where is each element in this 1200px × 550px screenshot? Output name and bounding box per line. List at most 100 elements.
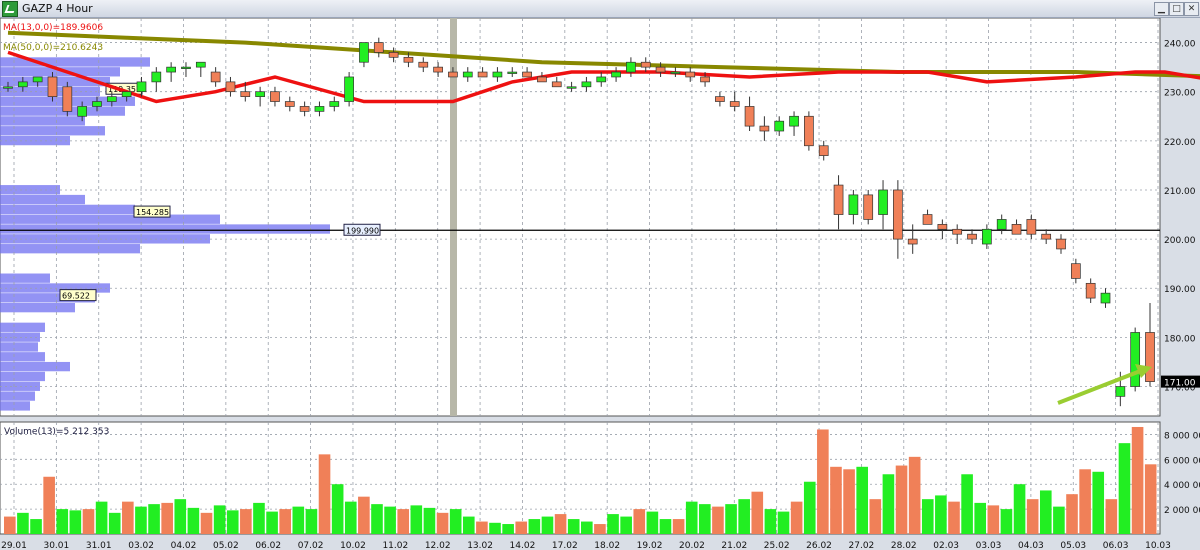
candle-body: [448, 71, 458, 78]
candle-body: [314, 106, 325, 112]
volume-bar: [476, 521, 488, 534]
volume-bar: [449, 509, 462, 534]
volume-bar: [659, 519, 672, 534]
volume-bar: [213, 505, 226, 534]
candle-body: [581, 81, 592, 88]
current-price-label: 171.00: [1164, 379, 1196, 389]
price-profile-bar: [0, 224, 330, 234]
candle-body: [418, 61, 429, 68]
candle-body: [537, 76, 547, 83]
candle-body: [996, 219, 1007, 230]
candle-body: [136, 81, 147, 93]
volume-bar: [1118, 443, 1131, 534]
x-tick-label: 03.03: [976, 541, 1002, 550]
volume-tick-label: 4 000 000: [1164, 481, 1200, 491]
volume-bar: [4, 516, 16, 534]
volume-bar: [226, 510, 239, 534]
volume-bar: [948, 501, 960, 534]
volume-bar: [30, 519, 42, 534]
volume-bar: [502, 524, 514, 534]
candle-body: [774, 120, 785, 132]
volume-bar: [738, 499, 750, 534]
candle-body: [1085, 282, 1096, 299]
volume-tick-label: 6 000 000: [1164, 456, 1200, 466]
volume-bar: [95, 501, 108, 534]
maximize-button[interactable]: □: [1169, 2, 1184, 16]
price-profile-bar: [0, 194, 85, 205]
volume-bar: [82, 509, 95, 534]
candle-body: [270, 91, 280, 102]
candle-body: [1130, 332, 1141, 387]
x-tick-label: 05.03: [1060, 541, 1086, 550]
candle-body: [1115, 386, 1126, 397]
candle-body: [284, 101, 295, 107]
volume-bar: [908, 456, 921, 534]
volume-bar: [895, 465, 908, 534]
price-profile-bar: [0, 371, 45, 382]
x-tick-label: 21.02: [721, 541, 747, 550]
x-tick-label: 06.02: [255, 541, 281, 550]
candle-body: [922, 214, 933, 225]
volume-bar: [423, 507, 436, 534]
volume-bar: [567, 519, 580, 534]
candle-body: [655, 66, 666, 73]
price-profile-bar: [0, 322, 45, 332]
ma-slow-label: MA(50,0,0)=210.6243: [3, 43, 103, 53]
price-profile-bar: [0, 273, 50, 283]
x-tick-label: 31.01: [86, 541, 112, 550]
profile-label: 154.285: [136, 208, 169, 217]
y-tick-label: 210.00: [1164, 187, 1196, 197]
volume-bar: [528, 519, 541, 534]
volume-bar: [279, 509, 291, 534]
x-tick-label: 10.02: [340, 541, 366, 550]
volume-bar: [751, 491, 764, 534]
window-titlebar: GAZP 4 Hour ▁ □ ✕: [0, 0, 1200, 18]
x-tick-label: 10.03: [1145, 541, 1171, 550]
y-tick-label: 220.00: [1164, 138, 1196, 148]
volume-bar: [646, 511, 659, 534]
volume-bar: [685, 501, 698, 534]
x-tick-label: 06.03: [1103, 541, 1129, 550]
price-profile-bar: [0, 204, 135, 215]
candle-body: [982, 228, 992, 245]
volume-bar: [253, 502, 265, 534]
x-tick-label: 04.02: [171, 541, 197, 550]
price-profile-bar: [0, 391, 35, 401]
volume-bar: [436, 512, 449, 534]
candle-body: [937, 224, 948, 230]
volume-bar: [712, 506, 724, 534]
volume-bar: [122, 501, 134, 534]
close-button[interactable]: ✕: [1184, 2, 1199, 16]
volume-bar: [515, 521, 528, 534]
volume-bar: [790, 501, 803, 534]
candle-body: [818, 145, 829, 156]
profile-label: 69.522: [62, 292, 90, 301]
candle-body: [1056, 238, 1066, 250]
price-profile-bar: [0, 126, 105, 136]
volume-tick-label: 2 000 000: [1164, 506, 1200, 516]
x-tick-label: 14.02: [510, 541, 536, 550]
volume-bar: [187, 507, 200, 534]
candle-body: [878, 189, 888, 215]
candle-body: [789, 115, 799, 127]
candle-body: [92, 101, 102, 107]
volume-bar: [358, 496, 370, 534]
volume-bar: [384, 506, 396, 534]
candle-body: [1100, 292, 1111, 304]
candle-body: [685, 71, 696, 78]
x-tick-label: 05.02: [213, 541, 239, 550]
volume-bar: [462, 516, 475, 534]
candle-body: [121, 91, 132, 97]
volume-bar: [1053, 506, 1065, 534]
volume-bar: [961, 474, 973, 534]
volume-label: Volume(13)=5 212 353: [4, 427, 109, 437]
volume-bar: [1131, 426, 1144, 534]
candle-body: [804, 115, 814, 147]
candle-body: [329, 101, 340, 107]
price-chart[interactable]: 170.00180.00190.00200.00210.00220.00230.…: [0, 18, 1200, 550]
volume-bar: [974, 502, 987, 534]
candle-body: [17, 81, 28, 88]
minimize-button[interactable]: ▁: [1154, 2, 1169, 16]
volume-bar: [1105, 499, 1118, 534]
volume-bar: [1066, 494, 1078, 534]
